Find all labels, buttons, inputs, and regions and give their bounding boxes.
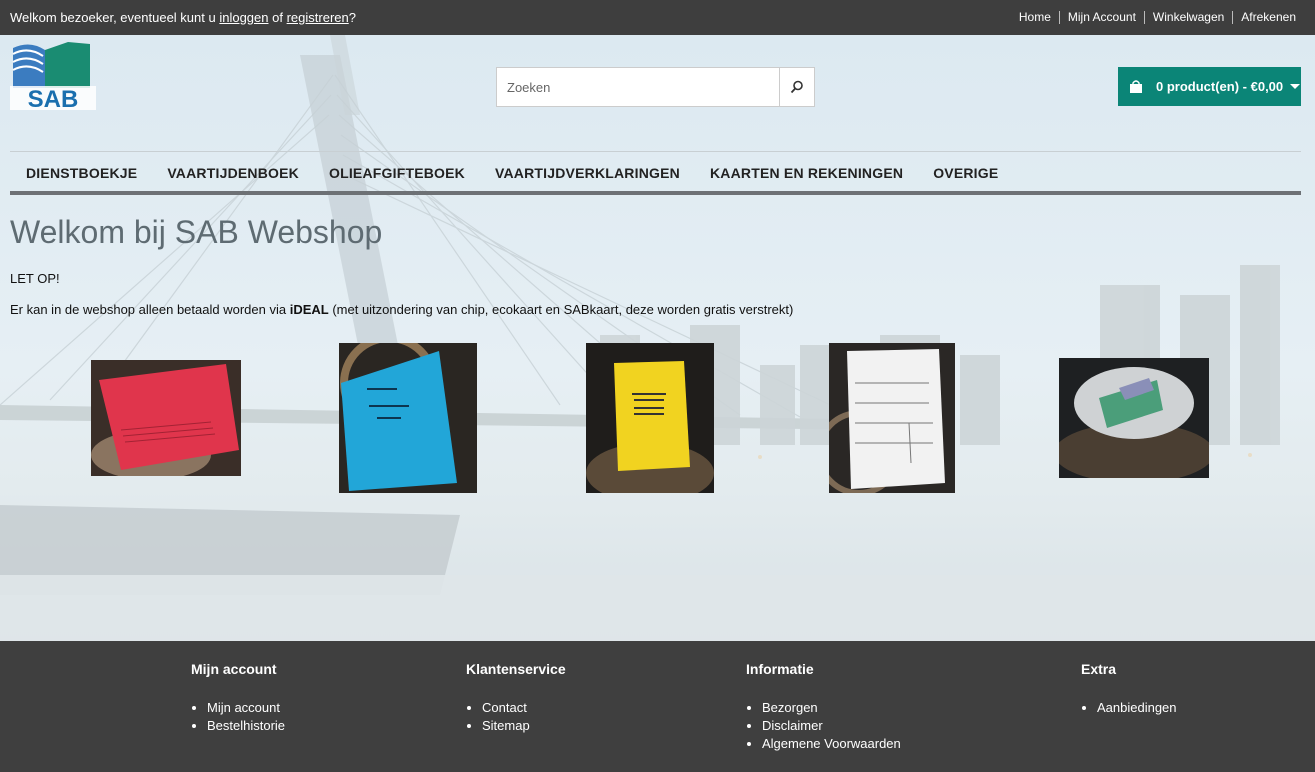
footer-heading: Informatie <box>746 661 814 677</box>
footer-column-account: Mijn account Mijn account Bestelhistorie <box>191 661 285 735</box>
product-image-blue-booklet[interactable] <box>339 334 477 493</box>
list-item: Sitemap <box>482 717 566 735</box>
list-item: Mijn account <box>207 699 285 717</box>
search-box <box>496 67 815 107</box>
background-image <box>0 35 1315 641</box>
footer-column-information: Informatie Bezorgen Disclaimer Algemene … <box>746 661 901 753</box>
logo-text: SAB <box>28 86 79 110</box>
sab-logo[interactable]: SAB <box>10 40 96 113</box>
welcome-message: Welkom bezoeker, eventueel kunt u inlogg… <box>10 10 356 25</box>
footer-link-disclaimer[interactable]: Disclaimer <box>762 718 823 733</box>
footer-column-customer-service: Klantenservice Contact Sitemap <box>466 661 566 735</box>
chevron-down-icon <box>1290 84 1301 89</box>
payment-info-suffix: (met uitzondering van chip, ecokaart en … <box>332 302 794 317</box>
list-item: Contact <box>482 699 566 717</box>
notice-text: LET OP! <box>10 271 60 286</box>
top-link-account[interactable]: Mijn Account <box>1058 11 1144 24</box>
payment-info: Er kan in de webshop alleen betaald word… <box>10 302 1305 317</box>
footer-link-sitemap[interactable]: Sitemap <box>482 718 530 733</box>
footer-heading: Mijn account <box>191 661 277 677</box>
footer-link-delivery[interactable]: Bezorgen <box>762 700 818 715</box>
payment-info-prefix: Er kan in de webshop alleen betaald word… <box>10 302 287 317</box>
search-button[interactable] <box>779 68 814 106</box>
list-item: Algemene Voorwaarden <box>762 735 901 753</box>
top-link-cart[interactable]: Winkelwagen <box>1143 11 1232 24</box>
nav-item-olieafgifteboek[interactable]: OLIEAFGIFTEBOEK <box>329 163 465 181</box>
nav-item-kaarten-en-rekeningen[interactable]: KAARTEN EN REKENINGEN <box>710 163 903 181</box>
footer-heading: Extra <box>1081 661 1117 677</box>
white-form-page <box>847 349 945 489</box>
welcome-suffix: ? <box>348 10 356 25</box>
footer-link-offers[interactable]: Aanbiedingen <box>1097 700 1177 715</box>
product-image-white-form[interactable] <box>816 343 955 496</box>
footer-link-order-history[interactable]: Bestelhistorie <box>207 718 285 733</box>
nav-item-dienstboekje[interactable]: DIENSTBOEKJE <box>26 163 137 181</box>
cart-summary: 0 product(en) - €0,00 <box>1156 79 1284 94</box>
top-links: Home Mijn Account Winkelwagen Afrekenen <box>1011 11 1305 24</box>
payment-method: iDEAL <box>289 302 329 317</box>
footer-link-terms[interactable]: Algemene Voorwaarden <box>762 736 901 751</box>
footer-link-contact[interactable]: Contact <box>482 700 527 715</box>
search-input[interactable] <box>497 68 779 106</box>
top-link-checkout[interactable]: Afrekenen <box>1232 11 1305 24</box>
list-item: Bestelhistorie <box>207 717 285 735</box>
footer-link-my-account[interactable]: Mijn account <box>207 700 280 715</box>
list-item: Aanbiedingen <box>1097 699 1177 717</box>
footer-column-extra: Extra Aanbiedingen <box>1081 661 1177 717</box>
search-icon <box>790 80 803 94</box>
register-link[interactable]: registreren <box>287 10 349 25</box>
footer-heading: Klantenservice <box>466 661 566 677</box>
top-link-home[interactable]: Home <box>1011 11 1059 24</box>
product-image-card-on-bollard[interactable] <box>1054 358 1214 483</box>
cart-button[interactable]: 0 product(en) - €0,00 <box>1118 67 1301 106</box>
product-image-yellow-booklet[interactable] <box>586 343 714 503</box>
top-bar: Welkom bezoeker, eventueel kunt u inlogg… <box>0 0 1315 35</box>
product-image-red-booklet[interactable] <box>91 360 241 480</box>
main-content: Welkom bij SAB Webshop LET OP! Er kan in… <box>10 214 1305 333</box>
login-link[interactable]: inloggen <box>219 10 268 25</box>
nav-item-overige[interactable]: OVERIGE <box>933 163 998 181</box>
welcome-prefix: Welkom bezoeker, eventueel kunt u <box>10 10 216 25</box>
shopping-bag-icon <box>1130 79 1142 93</box>
main-nav: DIENSTBOEKJE VAARTIJDENBOEK OLIEAFGIFTEB… <box>10 151 1301 195</box>
list-item: Bezorgen <box>762 699 901 717</box>
yellow-booklet-cover <box>614 361 690 471</box>
welcome-mid: of <box>272 10 283 25</box>
nav-item-vaartijdenboek[interactable]: VAARTIJDENBOEK <box>167 163 299 181</box>
page-title: Welkom bij SAB Webshop <box>10 214 383 250</box>
footer: Mijn account Mijn account Bestelhistorie… <box>0 641 1315 772</box>
nav-item-vaartijdverklaringen[interactable]: VAARTIJDVERKLARINGEN <box>495 163 680 181</box>
list-item: Disclaimer <box>762 717 901 735</box>
